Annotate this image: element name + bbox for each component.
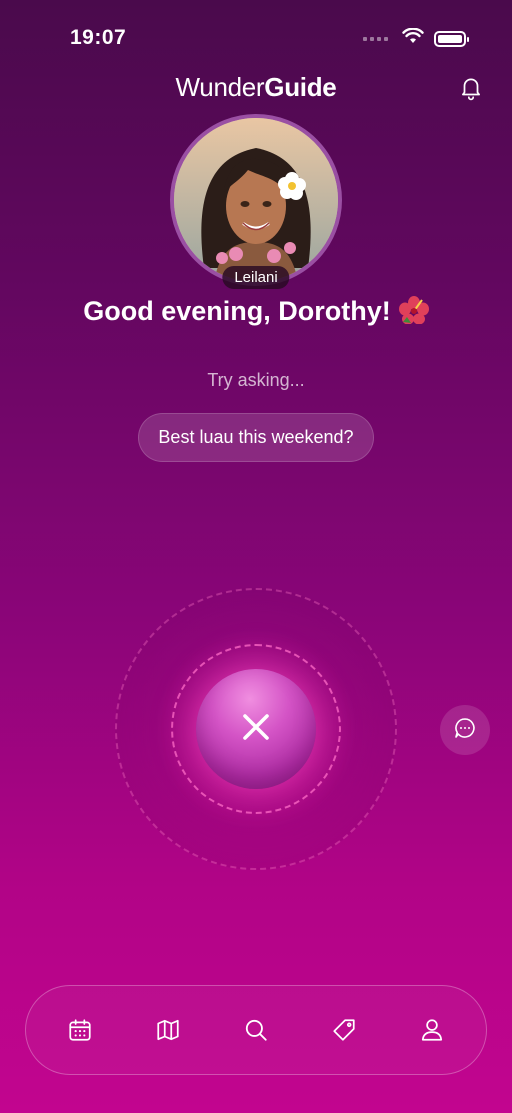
brand-logo: WunderGuide (175, 72, 337, 102)
status-time: 19:07 (70, 26, 127, 49)
map-icon[interactable] (155, 1017, 181, 1043)
suggestion-chip[interactable]: Best luau this weekend? (138, 413, 374, 462)
calendar-icon[interactable] (67, 1017, 93, 1043)
profile-icon[interactable] (419, 1017, 445, 1043)
status-icons (363, 27, 469, 49)
close-icon (242, 713, 270, 746)
tab-bar (25, 985, 487, 1075)
wifi-icon (402, 27, 424, 49)
bell-icon[interactable] (458, 75, 484, 101)
tag-icon[interactable] (331, 1017, 357, 1043)
stop-voice-button[interactable] (196, 669, 316, 789)
battery-icon (434, 30, 469, 47)
greeting-text: Good evening, Dorothy! (83, 296, 391, 326)
status-bar: 19:07 (0, 0, 512, 76)
chat-bubble-icon (453, 716, 477, 745)
hibiscus-icon (398, 296, 429, 331)
greeting: Good evening, Dorothy! (0, 296, 512, 331)
chat-button[interactable] (440, 705, 490, 755)
avatar (170, 114, 342, 286)
guide-avatar[interactable]: Leilani (170, 114, 342, 289)
voice-visualizer (115, 588, 397, 870)
search-icon[interactable] (243, 1017, 269, 1043)
app-header: WunderGuide (0, 70, 512, 106)
signal-icon (363, 36, 388, 41)
guide-name-badge: Leilani (222, 266, 290, 289)
try-asking-label: Try asking... (207, 370, 305, 390)
